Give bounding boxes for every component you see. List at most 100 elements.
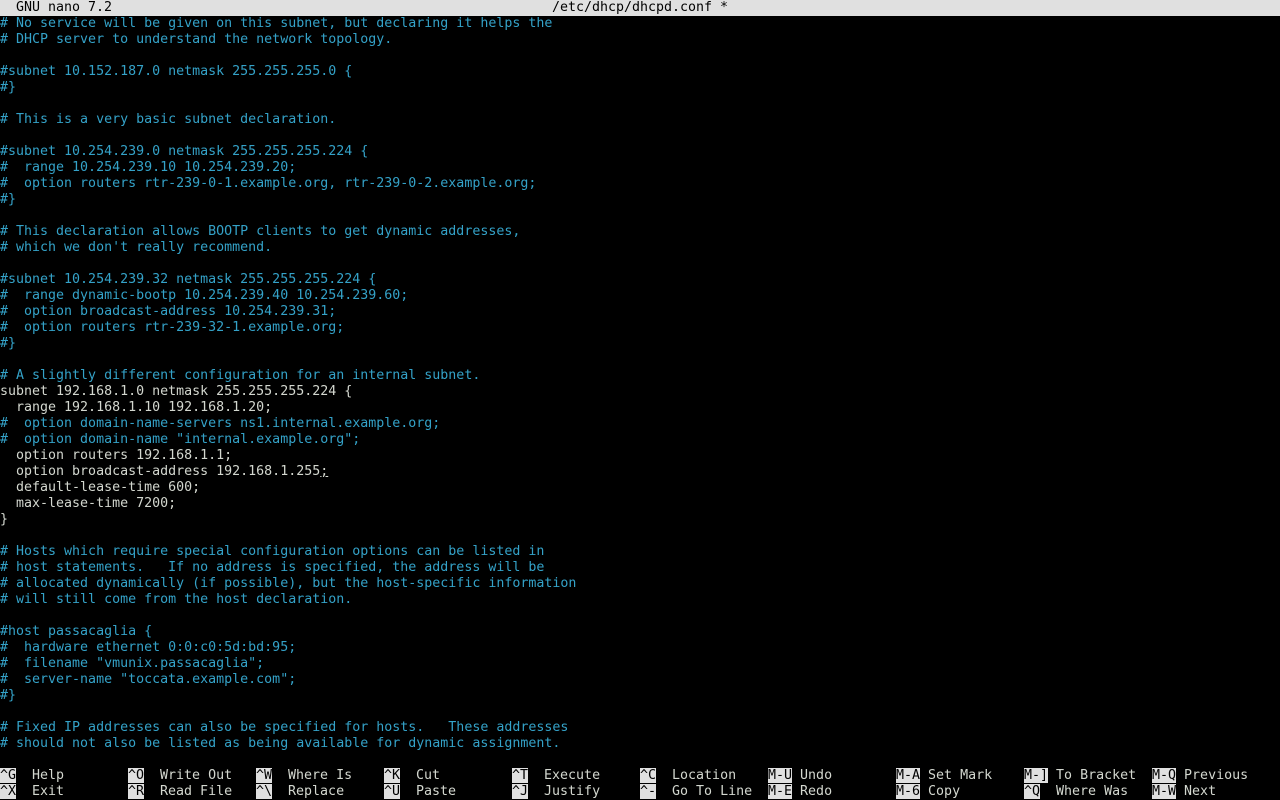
shortcut-execute[interactable]: ^T Execute [512, 768, 600, 784]
shortcut-label: Replace [288, 784, 345, 799]
shortcut-set-mark[interactable]: M-A Set Mark [896, 768, 992, 784]
editor-line-text: # Fixed IP addresses can also be specifi… [0, 720, 569, 735]
shortcut-where-was[interactable]: ^Q Where Was [1024, 784, 1128, 800]
shortcut-help[interactable]: ^G Help [0, 768, 64, 784]
shortcut-label: Copy [928, 784, 961, 799]
shortcut-key: ^R [128, 784, 145, 799]
shortcut-cut[interactable]: ^K Cut [384, 768, 440, 784]
editor-line[interactable]: # server-name "toccata.example.com"; [0, 672, 1280, 688]
editor-line[interactable]: # host statements. If no address is spec… [0, 560, 1280, 576]
editor-line[interactable]: #subnet 10.254.239.0 netmask 255.255.255… [0, 144, 1280, 160]
editor-line-text: #subnet 10.254.239.0 netmask 255.255.255… [0, 144, 369, 159]
editor-line[interactable]: # option routers rtr-239-32-1.example.or… [0, 320, 1280, 336]
shortcut-label: Write Out [160, 768, 233, 783]
shortcut-key: ^X [0, 784, 17, 799]
editor-line[interactable]: #} [0, 192, 1280, 208]
editor-line[interactable]: #} [0, 688, 1280, 704]
editor-line[interactable]: # option domain-name "internal.example.o… [0, 432, 1280, 448]
editor-line-text: # This is a very basic subnet declaratio… [0, 112, 337, 127]
editor-line[interactable]: # Fixed IP addresses can also be specifi… [0, 720, 1280, 736]
editor-line[interactable] [0, 48, 1280, 64]
shortcut-read-file[interactable]: ^R Read File [128, 784, 232, 800]
editor-line-text: max-lease-time 7200; [0, 496, 177, 511]
editor-line[interactable]: # No service will be given on this subne… [0, 16, 1280, 32]
editor-line[interactable]: option broadcast-address 192.168.1.255; [0, 464, 1280, 480]
editor-line[interactable] [0, 608, 1280, 624]
editor-line-text: default-lease-time 600; [0, 480, 201, 495]
editor-line[interactable]: # range dynamic-bootp 10.254.239.40 10.2… [0, 288, 1280, 304]
editor-line-text: #} [0, 80, 17, 95]
editor-line[interactable]: } [0, 512, 1280, 528]
editor-line[interactable] [0, 704, 1280, 720]
editor-line[interactable]: # allocated dynamically (if possible), b… [0, 576, 1280, 592]
editor-line[interactable] [0, 528, 1280, 544]
shortcut-undo[interactable]: M-U Undo [768, 768, 832, 784]
editor-line[interactable]: #} [0, 336, 1280, 352]
shortcut-previous[interactable]: M-Q Previous [1152, 768, 1248, 784]
editor-line[interactable]: # option broadcast-address 10.254.239.31… [0, 304, 1280, 320]
editor-line-text: # which we don't really recommend. [0, 240, 273, 255]
editor-line[interactable] [0, 128, 1280, 144]
shortcut-write-out[interactable]: ^O Write Out [128, 768, 232, 784]
editor-line-text: # A slightly different configuration for… [0, 368, 481, 383]
editor-line[interactable]: # This declaration allows BOOTP clients … [0, 224, 1280, 240]
editor-line[interactable] [0, 208, 1280, 224]
editor-line[interactable]: option routers 192.168.1.1; [0, 448, 1280, 464]
editor-line[interactable] [0, 352, 1280, 368]
shortcut-to-bracket[interactable]: M-] To Bracket [1024, 768, 1136, 784]
editor-line-text: # option domain-name "internal.example.o… [0, 432, 361, 447]
editor-line[interactable]: range 192.168.1.10 192.168.1.20; [0, 400, 1280, 416]
shortcut-location[interactable]: ^C Location [640, 768, 736, 784]
editor-line[interactable]: default-lease-time 600; [0, 480, 1280, 496]
shortcut-copy[interactable]: M-6 Copy [896, 784, 960, 800]
shortcut-label: Exit [32, 784, 65, 799]
title-bar: /etc/dhcp/dhcpd.conf * GNU nano 7.2 [0, 0, 1280, 16]
shortcut-key: ^K [384, 768, 401, 783]
shortcut-exit[interactable]: ^X Exit [0, 784, 64, 800]
editor-line[interactable]: # option routers rtr-239-0-1.example.org… [0, 176, 1280, 192]
shortcut-key: ^O [128, 768, 145, 783]
editor-line[interactable]: subnet 192.168.1.0 netmask 255.255.255.2… [0, 384, 1280, 400]
shortcut-paste[interactable]: ^U Paste [384, 784, 456, 800]
editor-line[interactable]: # range 10.254.239.10 10.254.239.20; [0, 160, 1280, 176]
shortcut-key: M-E [768, 784, 793, 799]
editor-line-text: #subnet 10.152.187.0 netmask 255.255.255… [0, 64, 353, 79]
editor-line[interactable]: # A slightly different configuration for… [0, 368, 1280, 384]
editor-line-text: # option broadcast-address 10.254.239.31… [0, 304, 337, 319]
shortcut-next[interactable]: M-W Next [1152, 784, 1216, 800]
shortcut-where-is[interactable]: ^W Where Is [256, 768, 352, 784]
shortcut-label: To Bracket [1056, 768, 1137, 783]
editor-line[interactable]: max-lease-time 7200; [0, 496, 1280, 512]
editor-line[interactable]: #subnet 10.152.187.0 netmask 255.255.255… [0, 64, 1280, 80]
shortcut-replace[interactable]: ^\ Replace [256, 784, 344, 800]
editor-line-text: subnet 192.168.1.0 netmask 255.255.255.2… [0, 384, 353, 399]
shortcut-go-to-line[interactable]: ^- Go To Line [640, 784, 752, 800]
editor-line[interactable]: #subnet 10.254.239.32 netmask 255.255.25… [0, 272, 1280, 288]
editor-line[interactable]: # DHCP server to understand the network … [0, 32, 1280, 48]
editor-line[interactable]: # should not also be listed as being ava… [0, 736, 1280, 752]
editor-line[interactable]: # Hosts which require special configurat… [0, 544, 1280, 560]
shortcut-key: M-Q [1152, 768, 1177, 783]
shortcut-label: Justify [544, 784, 601, 799]
shortcut-label: Where Was [1056, 784, 1129, 799]
shortcut-label: Where Is [288, 768, 353, 783]
editor-line[interactable]: #} [0, 80, 1280, 96]
shortcut-justify[interactable]: ^J Justify [512, 784, 600, 800]
editor-line[interactable]: #host passacaglia { [0, 624, 1280, 640]
editor-line[interactable] [0, 96, 1280, 112]
shortcut-label: Undo [800, 768, 833, 783]
editor-line[interactable]: # filename "vmunix.passacaglia"; [0, 656, 1280, 672]
editor-line[interactable]: # hardware ethernet 0:0:c0:5d:bd:95; [0, 640, 1280, 656]
editor-line[interactable]: # This is a very basic subnet declaratio… [0, 112, 1280, 128]
editor-line-text: option routers 192.168.1.1; [0, 448, 233, 463]
editor-line[interactable]: # which we don't really recommend. [0, 240, 1280, 256]
editor-line-text: #} [0, 192, 17, 207]
editor-line-text: # range dynamic-bootp 10.254.239.40 10.2… [0, 288, 409, 303]
editor-line[interactable] [0, 256, 1280, 272]
editor-buffer[interactable]: # No service will be given on this subne… [0, 16, 1280, 752]
shortcut-redo[interactable]: M-E Redo [768, 784, 832, 800]
editor-line[interactable]: # option domain-name-servers ns1.interna… [0, 416, 1280, 432]
editor-line[interactable]: # will still come from the host declarat… [0, 592, 1280, 608]
shortcut-label: Cut [416, 768, 441, 783]
editor-line-text: # host statements. If no address is spec… [0, 560, 545, 575]
